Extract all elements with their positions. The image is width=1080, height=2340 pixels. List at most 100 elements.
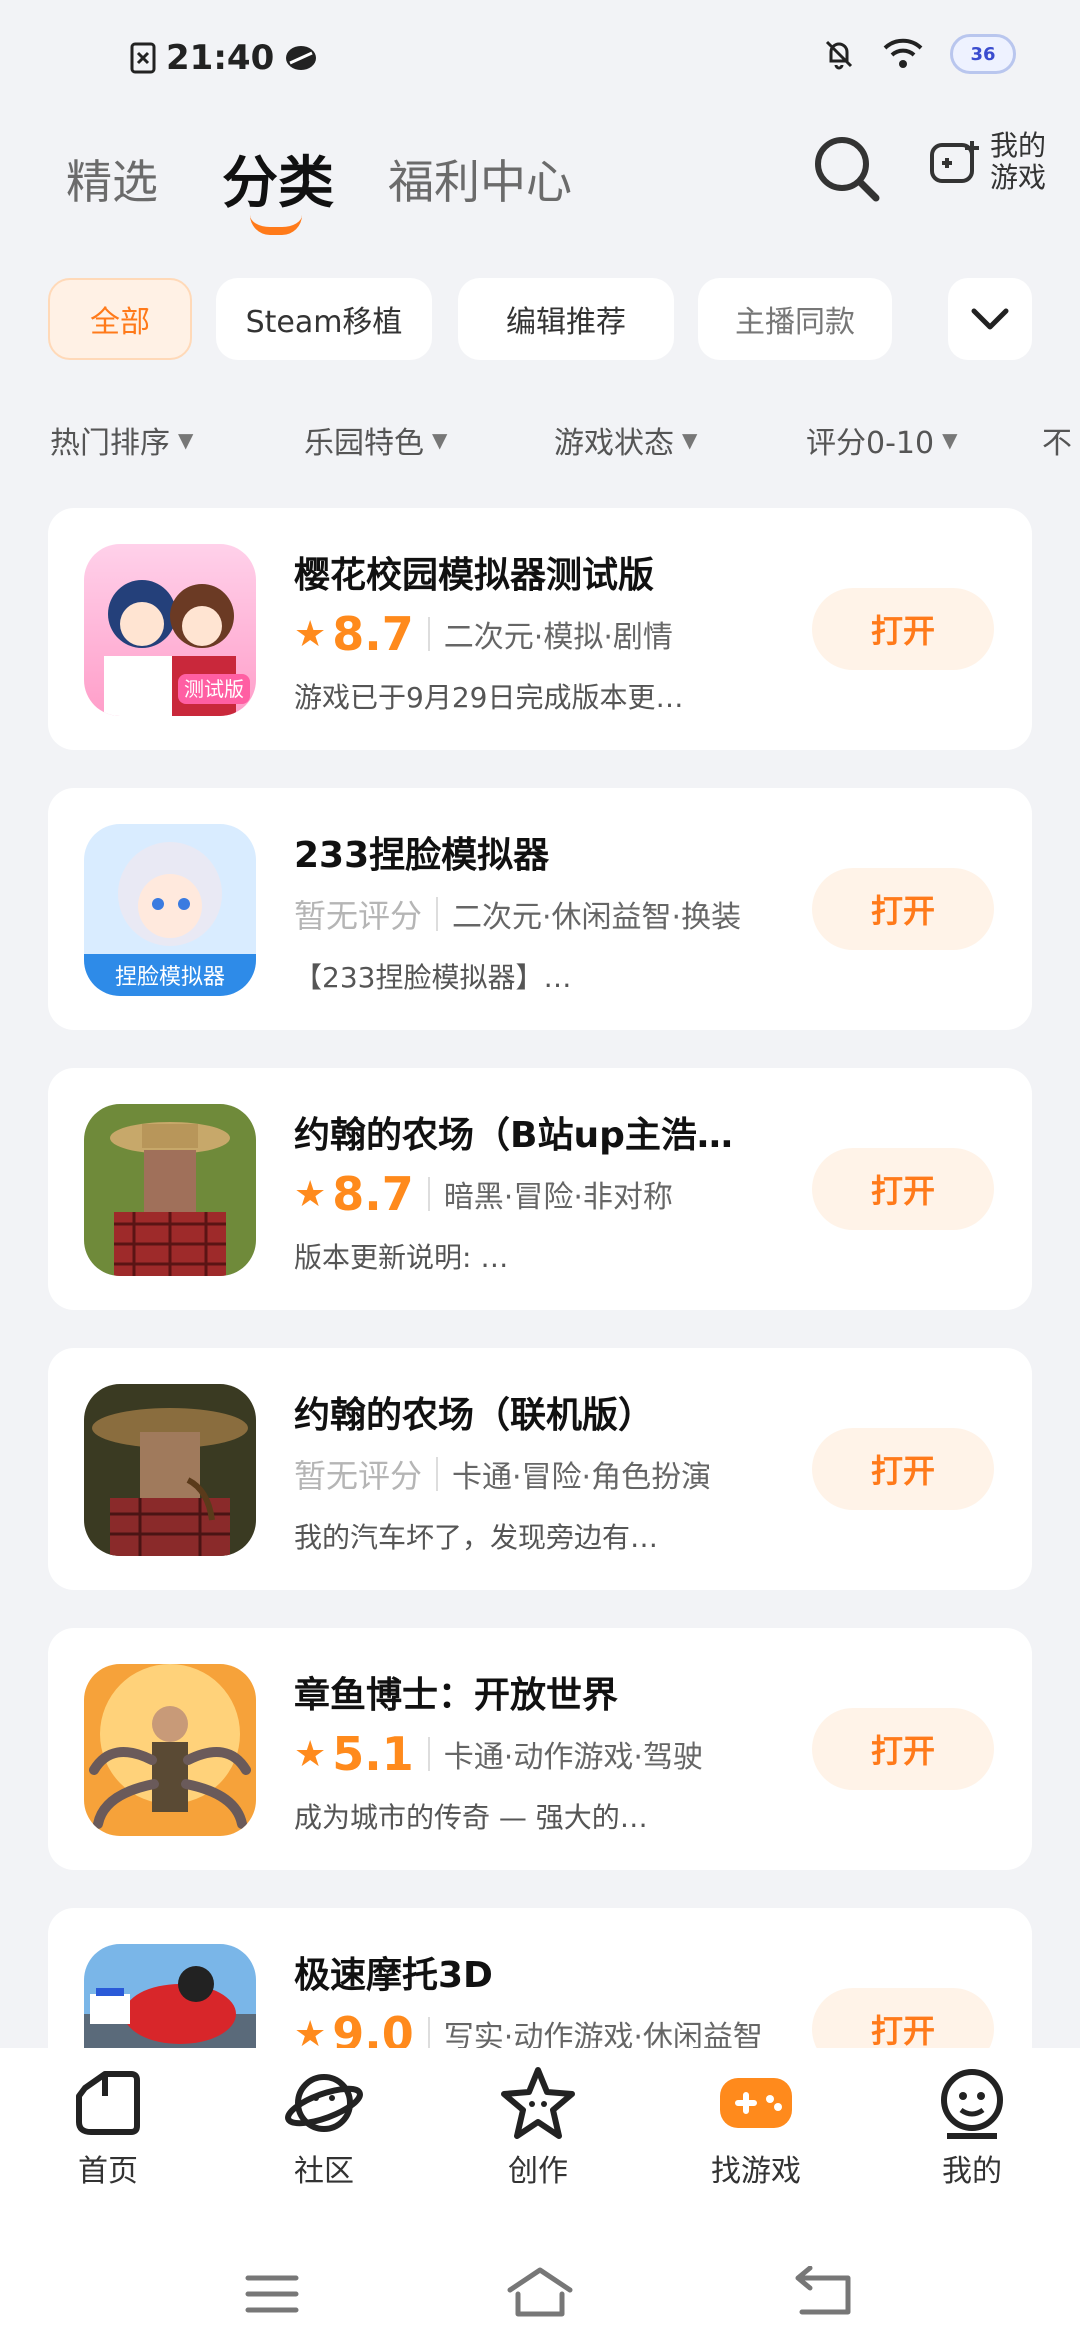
system-navigation-bar <box>0 2208 1080 2340</box>
game-tags: 卡通·冒险·角色扮演 <box>452 1460 712 1495</box>
filter-status[interactable]: 游戏状态 ▼ <box>554 418 697 462</box>
star-icon: ★ <box>294 1173 327 1215</box>
tab-category[interactable]: 分类 <box>222 138 334 219</box>
game-icon <box>84 1104 256 1276</box>
active-tab-indicator <box>250 215 302 235</box>
star-creature-icon <box>501 2067 575 2139</box>
filter-rating[interactable]: 评分0-10 ▼ <box>806 418 957 462</box>
battery-indicator: 36 <box>950 34 1016 74</box>
gamepad-icon <box>930 141 979 183</box>
open-button[interactable]: 打开 <box>812 868 994 950</box>
filter-sort-label: 热门排序 <box>50 426 170 461</box>
nav-community[interactable]: 社区 <box>254 2066 394 2190</box>
my-games-label: 我的游戏 <box>990 129 1047 194</box>
divider <box>436 897 439 931</box>
game-meta: 暂无评分 二次元·休闲益智·换装 <box>294 888 741 940</box>
back-icon[interactable] <box>792 2266 856 2318</box>
game-icon: 捏脸模拟器 <box>84 824 256 996</box>
filter-feature-label: 乐园特色 <box>304 426 424 461</box>
game-tags: 卡通·动作游戏·驾驶 <box>443 1740 703 1775</box>
nav-me[interactable]: 我的 <box>902 2066 1042 2190</box>
game-card[interactable]: 测试版 樱花校园模拟器测试版 ★ 8.7 二次元·模拟·剧情 游戏已于9月29日… <box>48 508 1032 750</box>
filter-more-label: 不 <box>1042 426 1072 461</box>
game-description: 游戏已于9月29日完成版本更… <box>294 681 684 714</box>
bottom-navigation: 首页 社区 创作 找游戏 我的 <box>0 2048 1080 2208</box>
expand-chips-button[interactable] <box>948 278 1032 360</box>
game-card[interactable]: 极速摩托3D ★ 9.0 写实·动作游戏·休闲益智 打开 <box>48 1908 1032 2048</box>
status-bar: 21:40 36 <box>0 0 1080 120</box>
open-button[interactable]: 打开 <box>812 1708 994 1790</box>
game-description: 成为城市的传奇 — 强大的… <box>294 1801 648 1834</box>
nav-create-label: 创作 <box>508 2154 568 2189</box>
game-description: 版本更新说明: … <box>294 1241 509 1274</box>
game-icon <box>84 1384 256 1556</box>
chip-editor-picks[interactable]: 编辑推荐 <box>458 278 674 360</box>
svg-text:捏脸模拟器: 捏脸模拟器 <box>115 965 225 990</box>
tab-welfare-center[interactable]: 福利中心 <box>388 146 572 212</box>
home-button-icon[interactable] <box>504 2264 576 2320</box>
nav-create[interactable]: 创作 <box>468 2066 608 2190</box>
category-chips: 全部 Steam移植 编辑推荐 主播同款 <box>0 278 1080 360</box>
game-card[interactable]: 约翰的农场（B站up主浩… ★ 8.7 暗黑·冒险·非对称 版本更新说明: … … <box>48 1068 1032 1310</box>
game-meta: ★ 5.1 卡通·动作游戏·驾驶 <box>294 1727 703 1781</box>
game-card[interactable]: 约翰的农场（联机版） 暂无评分 卡通·冒险·角色扮演 我的汽车坏了，发现旁边有…… <box>48 1348 1032 1590</box>
filter-row: 热门排序 ▼ 乐园特色 ▼ 游戏状态 ▼ 评分0-10 ▼ 不 <box>0 418 1080 468</box>
game-score: 暂无评分 <box>294 1457 423 1495</box>
mute-bell-icon <box>825 40 853 70</box>
game-score: 5.1 <box>332 1727 414 1781</box>
star-icon: ★ <box>294 2013 327 2049</box>
nav-home-label: 首页 <box>78 2154 138 2189</box>
game-tags: 暗黑·冒险·非对称 <box>443 1180 673 1215</box>
divider <box>427 1177 430 1211</box>
game-card[interactable]: 捏脸模拟器 233捏脸模拟器 暂无评分 二次元·休闲益智·换装 【233捏脸模拟… <box>48 788 1032 1030</box>
tab-featured[interactable]: 精选 <box>66 146 158 212</box>
my-games-button[interactable]: 我的游戏 <box>928 130 1060 194</box>
divider <box>427 1737 430 1771</box>
game-meta: 暂无评分 卡通·冒险·角色扮演 <box>294 1448 711 1500</box>
nav-home[interactable]: 首页 <box>38 2066 178 2190</box>
game-score: 9.0 <box>332 2007 414 2048</box>
app-status-icon <box>286 46 317 70</box>
gamepad-icon <box>720 2078 792 2128</box>
dropdown-arrow-icon: ▼ <box>178 428 194 452</box>
open-button[interactable]: 打开 <box>812 1148 994 1230</box>
planet-icon <box>285 2074 363 2132</box>
divider <box>436 1457 439 1491</box>
search-button[interactable] <box>810 132 882 204</box>
status-time: 21:40 <box>166 38 275 78</box>
dropdown-arrow-icon: ▼ <box>682 428 698 452</box>
open-button[interactable]: 打开 <box>812 588 994 670</box>
chip-all[interactable]: 全部 <box>48 278 192 360</box>
game-tags: 写实·动作游戏·休闲益智 <box>443 2020 763 2048</box>
game-icon: 测试版 <box>84 544 256 716</box>
game-tags: 二次元·模拟·剧情 <box>443 620 673 655</box>
game-icon <box>84 1944 256 2048</box>
nav-community-label: 社区 <box>294 2154 354 2189</box>
filter-feature[interactable]: 乐园特色 ▼ <box>304 418 447 462</box>
game-title: 樱花校园模拟器测试版 <box>294 555 655 596</box>
nav-me-label: 我的 <box>942 2154 1002 2189</box>
game-description: 【233捏脸模拟器】… <box>294 961 572 994</box>
top-navigation: 精选 分类 福利中心 我的游戏 <box>0 120 1080 250</box>
divider <box>427 617 430 651</box>
game-score: 8.7 <box>332 607 414 661</box>
filter-sort[interactable]: 热门排序 ▼ <box>50 418 193 462</box>
game-title: 233捏脸模拟器 <box>294 835 550 876</box>
wifi-icon <box>883 38 923 68</box>
dropdown-arrow-icon: ▼ <box>942 428 958 452</box>
chip-streamer-same[interactable]: 主播同款 <box>698 278 892 360</box>
menu-icon[interactable] <box>244 2272 300 2316</box>
open-button[interactable]: 打开 <box>812 1988 994 2048</box>
chip-steam-port[interactable]: Steam移植 <box>216 278 432 360</box>
filter-rating-label: 评分0-10 <box>806 426 935 461</box>
divider <box>427 2017 430 2048</box>
game-meta: ★ 9.0 写实·动作游戏·休闲益智 <box>294 2007 763 2049</box>
game-card[interactable]: 章鱼博士：开放世界 ★ 5.1 卡通·动作游戏·驾驶 成为城市的传奇 — 强大的… <box>48 1628 1032 1870</box>
search-icon <box>815 137 880 202</box>
game-tags: 二次元·休闲益智·换装 <box>452 900 742 935</box>
game-title: 极速摩托3D <box>294 1955 493 1996</box>
filter-more[interactable]: 不 <box>1042 418 1072 462</box>
game-title: 章鱼博士：开放世界 <box>294 1675 619 1716</box>
nav-find-games[interactable]: 找游戏 <box>686 2066 826 2190</box>
open-button[interactable]: 打开 <box>812 1428 994 1510</box>
